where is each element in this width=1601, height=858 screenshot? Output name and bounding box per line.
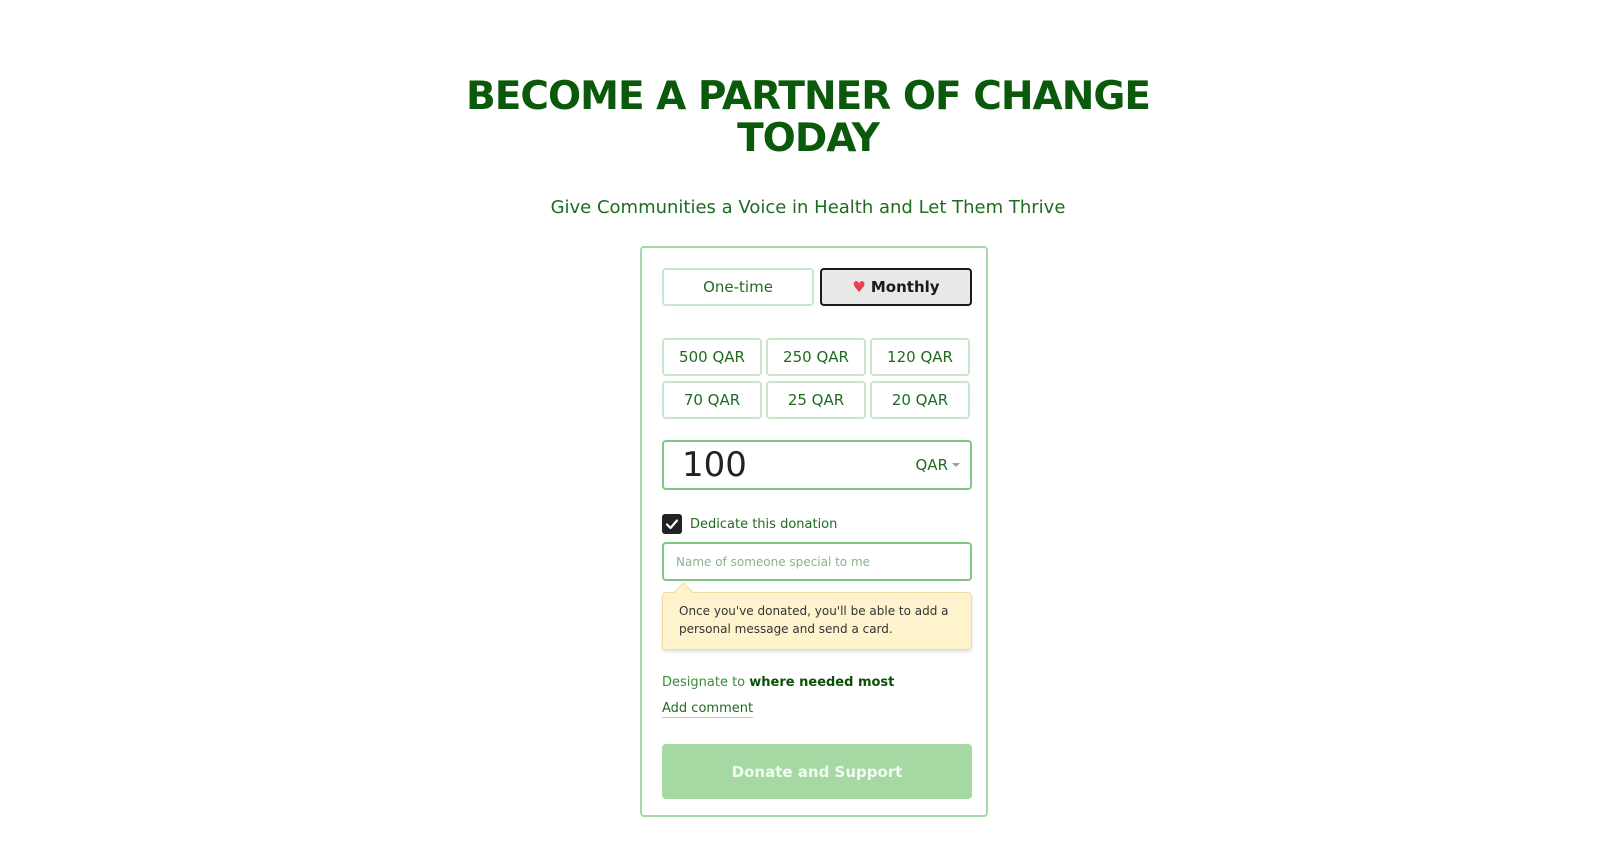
currency-label: QAR [915,456,949,474]
amount-option[interactable]: 25 QAR [766,381,866,419]
amount-option[interactable]: 250 QAR [766,338,866,376]
monthly-button[interactable]: ♥ Monthly [820,268,972,306]
page-title-line-2: TODAY [737,116,880,161]
amount-option[interactable]: 70 QAR [662,381,762,419]
amount-option[interactable]: 120 QAR [870,338,970,376]
page-title: BECOME A PARTNER OF CHANGE TODAY [0,76,1601,160]
amount-option[interactable]: 500 QAR [662,338,762,376]
caret-down-icon [952,463,960,467]
designation-prefix: Designate to [662,675,746,690]
dedication-notice-text: Once you've donated, you'll be able to a… [679,604,949,636]
designation-target-link[interactable]: where needed most [749,675,894,690]
amount-option[interactable]: 20 QAR [870,381,970,419]
monthly-label: Monthly [870,278,940,296]
page-title-line-1: BECOME A PARTNER OF CHANGE [466,74,1151,119]
page-subtitle: Give Communities a Voice in Health and L… [550,197,1066,218]
currency-select[interactable]: QAR [915,456,960,474]
custom-amount-field[interactable]: 100 QAR [662,440,972,490]
dedicate-checkbox[interactable] [662,514,682,534]
one-time-button[interactable]: One-time [662,268,814,306]
amount-options: 500 QAR 250 QAR 120 QAR 70 QAR 25 QAR 20… [662,338,972,419]
one-time-label: One-time [703,278,773,296]
dedication-name-input[interactable] [662,542,972,581]
dedicate-label: Dedicate this donation [690,516,838,532]
donation-form: One-time ♥ Monthly 500 QAR 250 QAR 120 Q… [640,246,988,817]
add-comment-link[interactable]: Add comment [662,701,754,718]
heart-icon: ♥ [852,278,866,296]
notice-pointer [674,582,693,601]
donate-button-label: Donate and Support [731,762,903,781]
donate-button[interactable]: Donate and Support [662,744,972,799]
dedicate-row: Dedicate this donation [662,514,837,534]
checkmark-icon [665,519,679,530]
dedication-notice: Once you've donated, you'll be able to a… [662,582,972,650]
designation-row: Designate to where needed most [662,675,894,690]
custom-amount-value[interactable]: 100 [682,445,916,485]
